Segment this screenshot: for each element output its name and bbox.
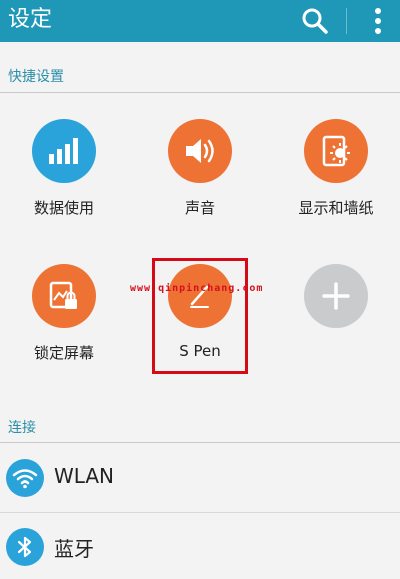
tile-display-wallpaper[interactable]: 显示和墙纸 [272,119,400,218]
tile-label: 数据使用 [33,199,94,217]
tile-lock-circle [32,264,96,328]
tile-label: 锁定屏幕 [33,344,94,362]
top-app-bar: 设定 [0,0,400,42]
highlight-box [152,258,248,374]
lock-screen-icon [49,281,77,309]
tile-display-circle [304,119,368,183]
search-button[interactable] [300,6,330,36]
section-header-connections: 连接 [8,420,36,436]
tile-data-usage[interactable]: 数据使用 [0,119,128,218]
tile-add-circle [304,264,368,328]
search-icon [302,8,328,34]
more-options-button[interactable] [366,4,390,38]
list-item-label: 蓝牙 [54,537,94,561]
display-wallpaper-icon [322,135,350,167]
section-header-quick-settings: 快捷设置 [8,69,64,85]
plus-icon [322,282,350,310]
watermark-text: www.qinpinchang.com [130,283,264,294]
wifi-icon [12,469,38,489]
toolbar-divider [346,8,347,34]
section-divider [0,92,400,93]
tile-label: 显示和墙纸 [298,199,374,217]
bar-chart-icon [49,138,78,164]
list-item-label: WLAN [54,464,115,488]
list-item-bluetooth[interactable]: 蓝牙 [0,515,400,579]
bluetooth-icon [17,536,32,558]
bluetooth-icon-circle [6,528,44,566]
tile-lock-screen[interactable]: 锁定屏幕 [0,264,128,363]
section-divider [0,442,400,443]
more-vertical-icon [375,8,381,34]
wifi-icon-circle [6,459,44,497]
list-divider [0,512,400,513]
page-title: 设定 [8,7,53,32]
tile-add[interactable] [272,264,400,342]
speaker-icon [186,139,214,163]
tile-sound-circle [168,119,232,183]
list-item-wlan[interactable]: WLAN [0,446,400,510]
tile-data-usage-circle [32,119,96,183]
tile-label: 声音 [184,199,215,217]
tile-sound[interactable]: 声音 [136,119,264,218]
